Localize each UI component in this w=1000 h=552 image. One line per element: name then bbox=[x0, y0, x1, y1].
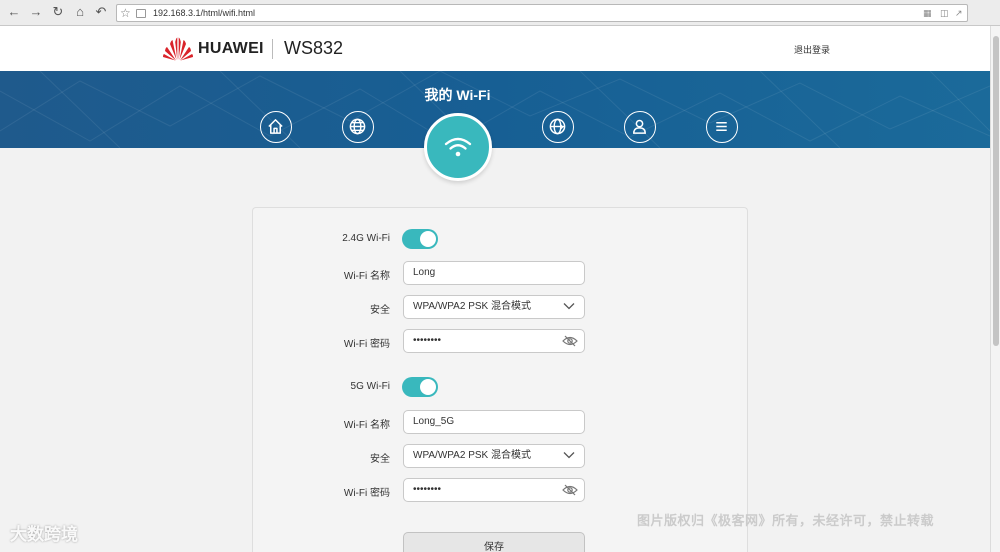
brand-divider bbox=[272, 39, 273, 59]
wifi24-name-label: Wi-Fi 名称 bbox=[343, 271, 390, 282]
back-arrow-icon[interactable]: ← bbox=[6, 4, 22, 20]
wifi5-security-select[interactable]: WPA/WPA2 PSK 混合模式 bbox=[403, 444, 585, 468]
huawei-logo-icon bbox=[163, 37, 193, 61]
menu-icon bbox=[716, 121, 727, 132]
home-browser-icon[interactable]: ⌂ bbox=[72, 4, 88, 20]
forward-arrow-icon[interactable]: → bbox=[28, 4, 44, 20]
home-icon bbox=[268, 119, 283, 134]
watermark-right: 图片版权归《极客网》所有，未经许可，禁止转载 bbox=[637, 513, 935, 528]
scroll-thumb[interactable] bbox=[993, 36, 999, 346]
page-icon bbox=[136, 9, 146, 18]
wifi24-name-input[interactable]: Long bbox=[403, 261, 585, 285]
globe-settings-icon bbox=[549, 118, 566, 135]
share-icon[interactable]: ↗ bbox=[955, 5, 963, 21]
bookmark-star-icon[interactable]: ☆ bbox=[120, 5, 131, 21]
wifi5-name-input[interactable]: Long_5G bbox=[403, 410, 585, 434]
nav-wifi-button[interactable] bbox=[424, 113, 492, 181]
wifi5-security-value: WPA/WPA2 PSK 混合模式 bbox=[413, 450, 531, 461]
banner-pattern bbox=[0, 71, 990, 148]
logout-link[interactable]: 退出登录 bbox=[794, 43, 830, 56]
qr-icon[interactable]: ▦ bbox=[923, 5, 932, 21]
wifi24-password-input[interactable]: •••••••• bbox=[403, 329, 585, 353]
wifi24-name-value: Long bbox=[413, 267, 436, 278]
brand-name: HUAWEI bbox=[198, 40, 264, 57]
wifi24-toggle[interactable] bbox=[402, 229, 438, 249]
save-button[interactable]: 保存 bbox=[403, 532, 585, 552]
chevron-down-icon bbox=[563, 303, 575, 310]
eye-slash-icon[interactable] bbox=[562, 335, 578, 347]
page-scrollbar[interactable] bbox=[990, 26, 1000, 552]
nav-home-button[interactable] bbox=[260, 111, 292, 143]
wifi-icon bbox=[444, 137, 472, 157]
wifi5-password-label: Wi-Fi 密码 bbox=[343, 488, 390, 499]
wifi5-password-input[interactable]: •••••••• bbox=[403, 478, 585, 502]
internet-globe-icon bbox=[349, 118, 366, 135]
wifi5-name-value: Long_5G bbox=[413, 416, 455, 427]
wifi24-security-label: 安全 bbox=[370, 305, 390, 316]
wifi5-toggle[interactable] bbox=[402, 377, 438, 397]
nav-more-button[interactable] bbox=[706, 111, 738, 143]
wifi5-password-value: •••••••• bbox=[413, 484, 442, 495]
wifi5-name-label: Wi-Fi 名称 bbox=[343, 420, 390, 431]
wifi5-toggle-label: 5G Wi-Fi bbox=[350, 381, 390, 392]
wifi24-security-value: WPA/WPA2 PSK 混合模式 bbox=[413, 301, 531, 312]
watermark-left: 大数跨境 bbox=[10, 525, 78, 544]
chevron-down-icon bbox=[563, 452, 575, 459]
nav-banner: 我的 Wi-Fi bbox=[0, 71, 990, 148]
page-title: 我的 Wi-Fi bbox=[424, 87, 491, 103]
browser-toolbar: ← → ↻ ⌂ ↶ ☆ 192.168.3.1/html/wifi.html ▦… bbox=[0, 0, 1000, 26]
eye-slash-icon[interactable] bbox=[562, 484, 578, 496]
address-bar[interactable]: ☆ 192.168.3.1/html/wifi.html ▦ ◫ ↗ bbox=[116, 4, 968, 22]
nav-account-button[interactable] bbox=[624, 111, 656, 143]
nav-internet-button[interactable] bbox=[342, 111, 374, 143]
wifi24-password-label: Wi-Fi 密码 bbox=[343, 339, 390, 350]
wifi24-security-select[interactable]: WPA/WPA2 PSK 混合模式 bbox=[403, 295, 585, 319]
undo-icon[interactable]: ↶ bbox=[93, 4, 109, 20]
wifi24-password-value: •••••••• bbox=[413, 335, 442, 346]
url-text: 192.168.3.1/html/wifi.html bbox=[153, 8, 256, 18]
page-header: HUAWEI WS832 退出登录 bbox=[0, 26, 990, 71]
reload-icon[interactable]: ↻ bbox=[50, 4, 66, 20]
wifi24-toggle-label: 2.4G Wi-Fi bbox=[342, 233, 390, 244]
user-icon bbox=[633, 119, 646, 134]
model-name: WS832 bbox=[284, 38, 344, 58]
puzzle-icon[interactable]: ◫ bbox=[940, 5, 949, 21]
wifi5-security-label: 安全 bbox=[370, 454, 390, 465]
nav-network-button[interactable] bbox=[542, 111, 574, 143]
